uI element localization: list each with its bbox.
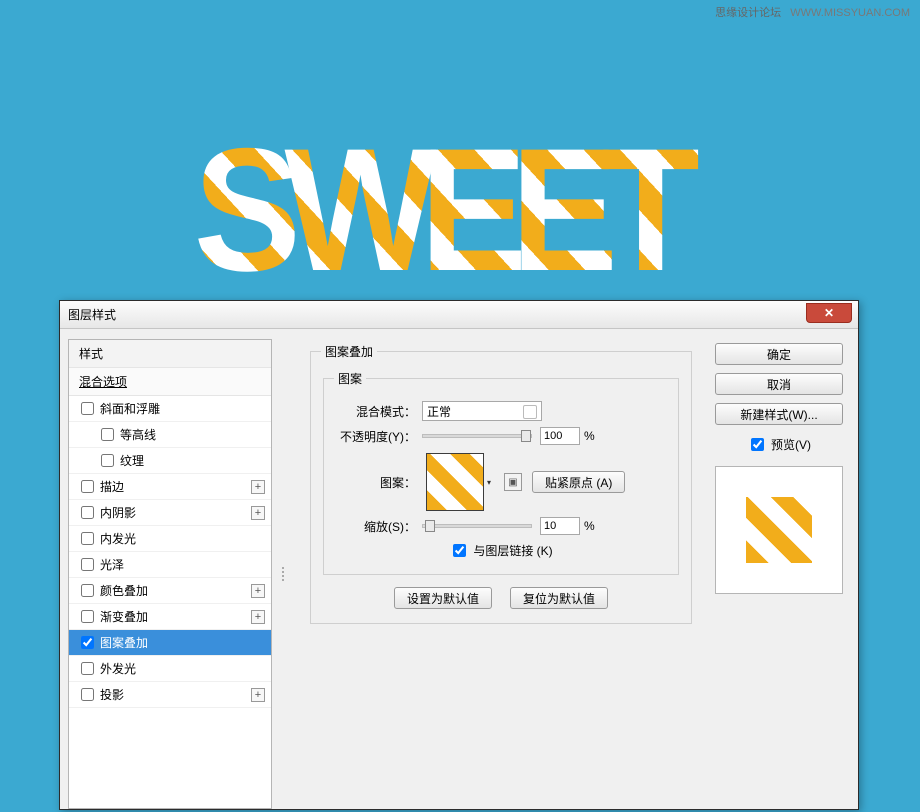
style-item-checkbox[interactable]	[81, 532, 94, 545]
opacity-unit: %	[584, 429, 595, 443]
style-item-label: 描边	[100, 478, 124, 495]
scale-label: 缩放(S)：	[334, 518, 416, 535]
scale-unit: %	[584, 519, 595, 533]
style-item-label: 投影	[100, 686, 124, 703]
canvas-text-sweet: SWEET	[194, 110, 737, 280]
style-item-6[interactable]: 光泽	[69, 552, 271, 578]
close-button[interactable]: ✕	[806, 303, 852, 323]
pattern-label: 图案：	[334, 474, 416, 491]
style-item-checkbox[interactable]	[81, 402, 94, 415]
preview-pattern-icon	[746, 497, 812, 563]
preview-label: 预览(V)	[771, 436, 811, 453]
style-item-0[interactable]: 斜面和浮雕	[69, 396, 271, 422]
style-item-10[interactable]: 外发光	[69, 656, 271, 682]
set-default-button[interactable]: 设置为默认值	[394, 587, 492, 609]
style-item-label: 颜色叠加	[100, 582, 148, 599]
style-item-checkbox[interactable]	[81, 506, 94, 519]
style-item-checkbox[interactable]	[101, 454, 114, 467]
close-icon: ✕	[824, 306, 834, 320]
style-item-label: 光泽	[100, 556, 124, 573]
style-item-checkbox[interactable]	[81, 558, 94, 571]
pattern-subgroup: 图案 混合模式： 正常 不透明度(Y)： % 图案：	[323, 370, 679, 575]
panel-drag-handle[interactable]	[278, 339, 288, 809]
style-item-checkbox[interactable]	[101, 428, 114, 441]
style-item-9[interactable]: 图案叠加	[69, 630, 271, 656]
reset-default-button[interactable]: 复位为默认值	[510, 587, 608, 609]
style-item-1[interactable]: 等高线	[69, 422, 271, 448]
pattern-dropdown-icon[interactable]: ▾	[484, 453, 494, 511]
style-item-checkbox[interactable]	[81, 636, 94, 649]
style-item-checkbox[interactable]	[81, 584, 94, 597]
opacity-slider[interactable]	[422, 434, 532, 438]
styles-header[interactable]: 样式	[69, 340, 271, 368]
style-item-checkbox[interactable]	[81, 662, 94, 675]
style-item-8[interactable]: 渐变叠加 +	[69, 604, 271, 630]
blend-mode-select[interactable]: 正常	[422, 401, 542, 421]
style-item-7[interactable]: 颜色叠加 +	[69, 578, 271, 604]
style-item-2[interactable]: 纹理	[69, 448, 271, 474]
link-layer-checkbox[interactable]	[453, 544, 466, 557]
create-pattern-icon[interactable]: ▣	[504, 473, 522, 491]
layer-style-dialog: 图层样式 ✕ 样式 混合选项 斜面和浮雕等高线纹理描边 + 内阴影 + 内发光光泽颜色叠…	[59, 300, 859, 810]
dialog-titlebar[interactable]: 图层样式 ✕	[60, 301, 858, 329]
new-style-button[interactable]: 新建样式(W)...	[715, 403, 843, 425]
style-item-label: 外发光	[100, 660, 136, 677]
style-item-checkbox[interactable]	[81, 480, 94, 493]
style-item-checkbox[interactable]	[81, 610, 94, 623]
dialog-title: 图层样式	[68, 306, 116, 323]
style-item-3[interactable]: 描边 +	[69, 474, 271, 500]
snap-origin-button[interactable]: 贴紧原点 (A)	[532, 471, 625, 493]
group-title: 图案叠加	[321, 343, 377, 360]
opacity-input[interactable]	[540, 427, 580, 445]
preview-checkbox[interactable]	[751, 438, 764, 451]
style-item-11[interactable]: 投影 +	[69, 682, 271, 708]
blend-options-header[interactable]: 混合选项	[69, 368, 271, 396]
ok-button[interactable]: 确定	[715, 343, 843, 365]
watermark-site: 思缘设计论坛	[715, 7, 781, 19]
blend-mode-value: 正常	[427, 403, 451, 420]
style-item-checkbox[interactable]	[81, 688, 94, 701]
styles-list: 样式 混合选项 斜面和浮雕等高线纹理描边 + 内阴影 + 内发光光泽颜色叠加 + 渐变叠加 +…	[68, 339, 272, 809]
style-item-label: 等高线	[120, 426, 156, 443]
opacity-label: 不透明度(Y)：	[334, 428, 416, 445]
add-effect-icon[interactable]: +	[251, 480, 265, 494]
add-effect-icon[interactable]: +	[251, 610, 265, 624]
watermark-url: WWW.MISSYUAN.COM	[790, 7, 910, 19]
scale-input[interactable]	[540, 517, 580, 535]
subgroup-title: 图案	[334, 370, 366, 387]
add-effect-icon[interactable]: +	[251, 506, 265, 520]
add-effect-icon[interactable]: +	[251, 584, 265, 598]
blend-mode-label: 混合模式：	[334, 403, 416, 420]
style-item-5[interactable]: 内发光	[69, 526, 271, 552]
style-item-label: 渐变叠加	[100, 608, 148, 625]
style-item-label: 内发光	[100, 530, 136, 547]
style-item-4[interactable]: 内阴影 +	[69, 500, 271, 526]
add-effect-icon[interactable]: +	[251, 688, 265, 702]
link-layer-label: 与图层链接 (K)	[473, 542, 552, 559]
pattern-overlay-group: 图案叠加 图案 混合模式： 正常 不透明度(Y)： %	[310, 343, 692, 624]
pattern-swatch[interactable]	[426, 453, 484, 511]
watermark: 思缘设计论坛 WWW.MISSYUAN.COM	[715, 4, 910, 20]
style-item-label: 纹理	[120, 452, 144, 469]
style-item-label: 内阴影	[100, 504, 136, 521]
preview-box	[715, 466, 843, 594]
cancel-button[interactable]: 取消	[715, 373, 843, 395]
style-item-label: 图案叠加	[100, 634, 148, 651]
scale-slider[interactable]	[422, 524, 532, 528]
style-item-label: 斜面和浮雕	[100, 400, 160, 417]
